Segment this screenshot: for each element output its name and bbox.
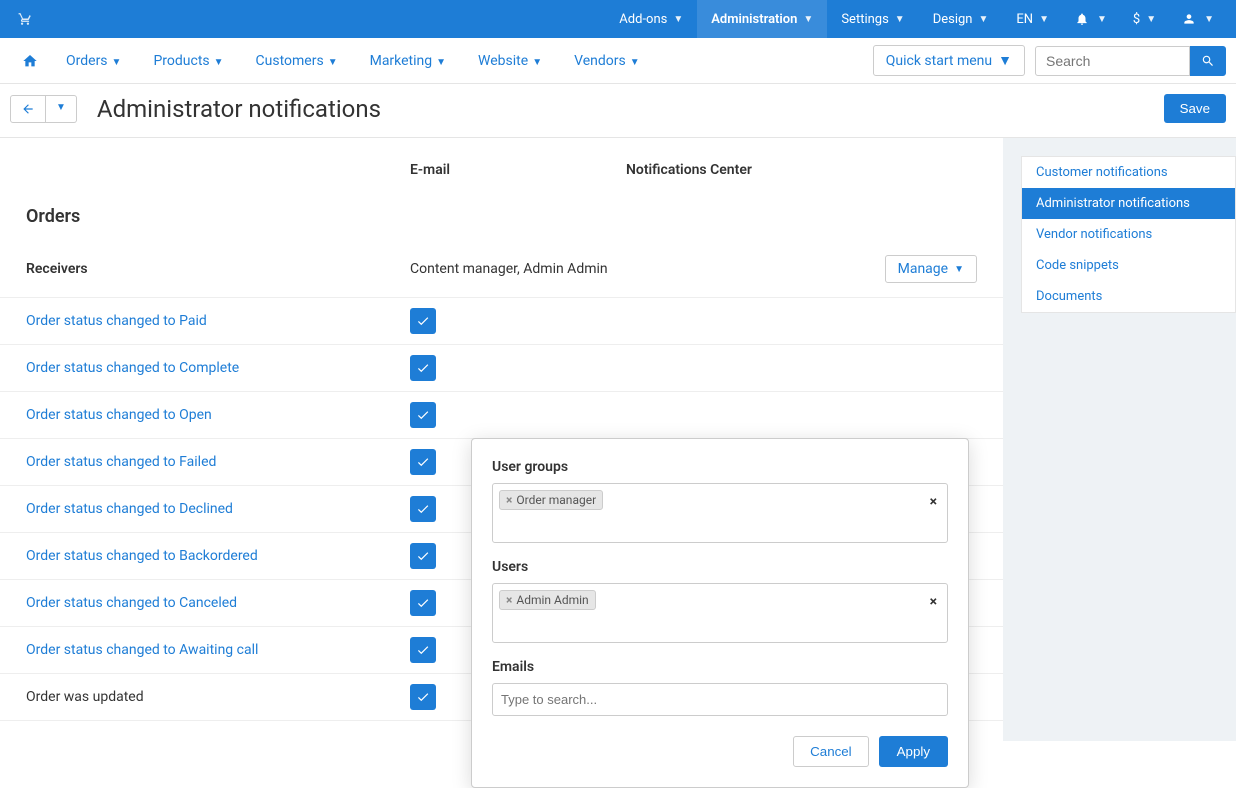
topnav-administration[interactable]: Administration▼	[697, 0, 827, 38]
nav-products[interactable]: Products▼	[137, 43, 239, 79]
save-button[interactable]: Save	[1164, 94, 1226, 123]
caret-down-icon: ▼	[436, 57, 446, 68]
notification-link[interactable]: Order status changed to Declined	[26, 501, 233, 517]
titlebar: ▼ Administrator notifications Save	[0, 84, 1236, 138]
col-notif-center: Notifications Center	[626, 162, 977, 178]
receivers-row: Receivers Content manager, Admin Admin M…	[0, 241, 1003, 298]
topnav-addons[interactable]: Add-ons▼	[605, 0, 697, 38]
receivers-label: Receivers	[26, 261, 410, 277]
main: E-mail Notifications Center Orders Recei…	[0, 138, 1236, 741]
email-checkbox[interactable]	[410, 449, 436, 475]
caret-down-icon: ▼	[328, 57, 338, 68]
email-checkbox[interactable]	[410, 684, 436, 710]
caret-down-icon: ▼	[1097, 14, 1107, 25]
user-groups-label: User groups	[492, 459, 948, 475]
cancel-button[interactable]: Cancel	[793, 736, 869, 767]
caret-down-icon: ▼	[954, 264, 964, 275]
caret-down-icon: ▼	[630, 57, 640, 68]
nav-customers[interactable]: Customers▼	[240, 43, 354, 79]
notification-link[interactable]: Order status changed to Paid	[26, 313, 207, 329]
sidebar-item[interactable]: Vendor notifications	[1022, 219, 1235, 250]
notification-row: Order status changed to Paid	[0, 298, 1003, 345]
sidebar: Customer notificationsAdministrator noti…	[1021, 156, 1236, 313]
global-search-input[interactable]	[1035, 46, 1190, 76]
main-content: E-mail Notifications Center Orders Recei…	[0, 138, 1003, 741]
apply-button[interactable]: Apply	[879, 736, 948, 767]
nav-orders[interactable]: Orders▼	[50, 43, 137, 79]
manage-button[interactable]: Manage▼	[885, 255, 977, 283]
emails-label: Emails	[492, 659, 948, 675]
email-checkbox[interactable]	[410, 590, 436, 616]
notification-row: Order status changed to Open	[0, 392, 1003, 439]
email-checkbox[interactable]	[410, 402, 436, 428]
topnav-currency[interactable]: $▼	[1119, 0, 1170, 38]
topnav-design[interactable]: Design▼	[919, 0, 1003, 38]
caret-down-icon: ▼	[112, 57, 122, 68]
table-header: E-mail Notifications Center	[0, 138, 1003, 192]
notification-link[interactable]: Order status changed to Awaiting call	[26, 642, 258, 658]
clear-users[interactable]: ×	[930, 594, 937, 610]
email-checkbox[interactable]	[410, 355, 436, 381]
nav-marketing[interactable]: Marketing▼	[354, 43, 462, 79]
notification-link[interactable]: Order status changed to Open	[26, 407, 212, 423]
user-menu-icon[interactable]: ▼	[1170, 0, 1226, 38]
manage-popover: User groups ×Order manager × Users ×Admi…	[471, 438, 969, 788]
col-email: E-mail	[410, 162, 626, 178]
notification-label: Order was updated	[26, 689, 144, 705]
navbar: Orders▼ Products▼ Customers▼ Marketing▼ …	[0, 38, 1236, 84]
topbar: Add-ons▼ Administration▼ Settings▼ Desig…	[0, 0, 1236, 38]
home-icon[interactable]	[10, 43, 50, 79]
caret-down-icon: ▼	[532, 57, 542, 68]
back-dropdown[interactable]: ▼	[46, 95, 77, 123]
sidebar-item[interactable]: Documents	[1022, 281, 1235, 312]
user-groups-box[interactable]: ×Order manager ×	[492, 483, 948, 543]
remove-tag-icon[interactable]: ×	[506, 493, 512, 507]
user-group-tag: ×Order manager	[499, 490, 603, 510]
users-label: Users	[492, 559, 948, 575]
emails-search-input[interactable]	[492, 683, 948, 716]
email-checkbox[interactable]	[410, 496, 436, 522]
topnav-language[interactable]: EN▼	[1002, 0, 1063, 38]
sidebar-item[interactable]: Customer notifications	[1022, 157, 1235, 188]
caret-down-icon: ▼	[1146, 14, 1156, 25]
caret-down-icon: ▼	[978, 14, 988, 25]
sidebar-item[interactable]: Code snippets	[1022, 250, 1235, 281]
caret-down-icon: ▼	[673, 14, 683, 25]
email-checkbox[interactable]	[410, 637, 436, 663]
nav-vendors[interactable]: Vendors▼	[558, 43, 656, 79]
email-checkbox[interactable]	[410, 308, 436, 334]
notifications-icon[interactable]: ▼	[1063, 0, 1119, 38]
notification-link[interactable]: Order status changed to Complete	[26, 360, 239, 376]
topnav-settings[interactable]: Settings▼	[827, 0, 918, 38]
receivers-value: Content manager, Admin Admin	[410, 261, 885, 277]
notification-link[interactable]: Order status changed to Canceled	[26, 595, 237, 611]
notification-row: Order status changed to Complete	[0, 345, 1003, 392]
search-button[interactable]	[1190, 46, 1226, 76]
caret-down-icon: ▼	[803, 14, 813, 25]
caret-down-icon: ▼	[998, 52, 1012, 69]
nav-website[interactable]: Website▼	[462, 43, 558, 79]
caret-down-icon: ▼	[895, 14, 905, 25]
user-tag: ×Admin Admin	[499, 590, 596, 610]
users-box[interactable]: ×Admin Admin ×	[492, 583, 948, 643]
caret-down-icon: ▼	[1039, 14, 1049, 25]
clear-user-groups[interactable]: ×	[930, 494, 937, 510]
cart-icon[interactable]	[10, 12, 40, 26]
sidebar-item[interactable]: Administrator notifications	[1022, 188, 1235, 219]
section-orders-heading: Orders	[0, 192, 1003, 241]
back-button[interactable]	[10, 95, 46, 123]
notification-link[interactable]: Order status changed to Backordered	[26, 548, 258, 564]
page-title: Administrator notifications	[97, 95, 1164, 123]
notification-link[interactable]: Order status changed to Failed	[26, 454, 216, 470]
email-checkbox[interactable]	[410, 543, 436, 569]
remove-tag-icon[interactable]: ×	[506, 593, 512, 607]
quick-start-menu[interactable]: Quick start menu▼	[873, 45, 1025, 76]
caret-down-icon: ▼	[1204, 14, 1214, 25]
caret-down-icon: ▼	[214, 57, 224, 68]
